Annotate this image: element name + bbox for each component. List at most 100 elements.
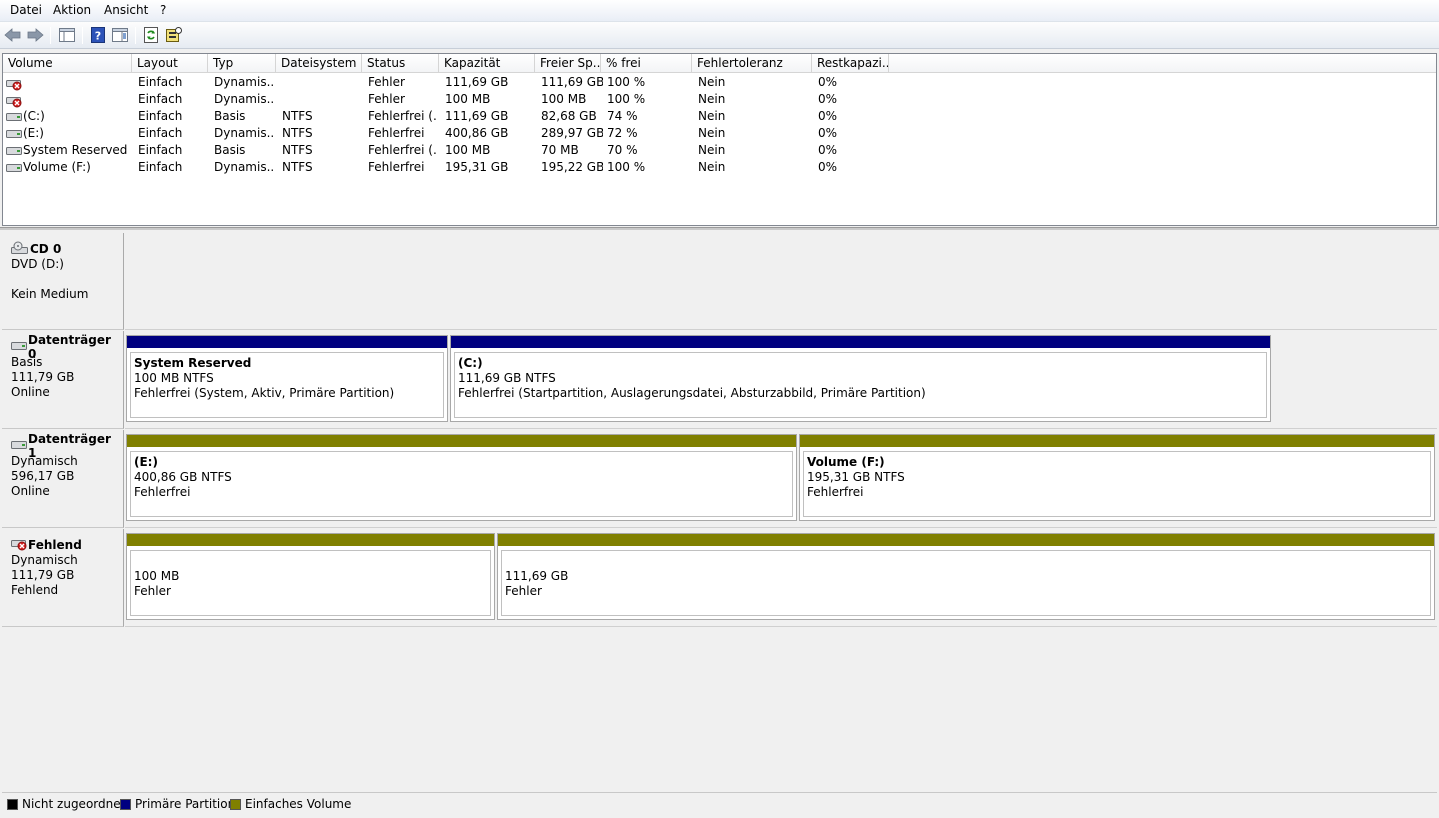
back-icon[interactable]	[4, 26, 22, 44]
partition-status: Fehler	[505, 584, 542, 598]
table-row[interactable]: Einfach Dynamis... Fehler 111,69 GB 111,69 G…	[3, 74, 1436, 91]
cell-status: Fehlerfrei	[368, 160, 425, 174]
disk-info-line: Fehlend	[11, 583, 59, 597]
cell-volume	[23, 74, 131, 91]
partition-block[interactable]: 100 MB Fehler	[126, 533, 495, 620]
legend-primary-partition: Primäre Partition	[120, 797, 235, 811]
disk-info-line: 111,79 GB	[11, 568, 75, 582]
cell-kap: 100 MB	[445, 143, 491, 157]
disk-title-text: CD 0	[30, 242, 62, 256]
disk-partitions-3: 100 MB Fehler 111,69 GB Fehler	[125, 529, 1437, 627]
column-kapazitaet[interactable]: Kapazität	[439, 54, 535, 72]
legend-swatch-primary	[120, 798, 131, 810]
forward-icon[interactable]	[26, 26, 44, 44]
partition-status: Fehlerfrei	[807, 485, 864, 499]
menu-datei[interactable]: Datei	[10, 3, 42, 17]
cell-typ: Dynamis...	[214, 160, 274, 174]
cell-layout: Einfach	[138, 92, 183, 106]
legend-swatch-unallocated	[7, 798, 18, 810]
legend-simple-volume: Einfaches Volume	[230, 797, 351, 811]
cell-ft: Nein	[698, 143, 726, 157]
cell-typ: Basis	[214, 143, 246, 157]
disk-label-0[interactable]: CD 0 DVD (D:) Kein Medium	[2, 233, 124, 330]
table-row[interactable]: (E:) Einfach Dynamis... NTFS Fehlerfrei 400,8…	[3, 125, 1436, 142]
column-freier-speicher[interactable]: Freier Sp...	[535, 54, 601, 72]
column-fehlertoleranz[interactable]: Fehlertoleranz	[692, 54, 812, 72]
cell-layout: Einfach	[138, 160, 183, 174]
table-row[interactable]: (C:) Einfach Basis NTFS Fehlerfrei (... 111,6…	[3, 108, 1436, 125]
partition-info: (C:) 111,69 GB NTFS Fehlerfrei (Startparti…	[454, 352, 1267, 418]
toolbar: ?	[0, 22, 1439, 49]
disk-title: CD 0	[11, 241, 123, 257]
cell-volume: (C:)	[23, 109, 45, 123]
disk-label-3[interactable]: Fehlend Dynamisch 111,79 GB Fehlend	[2, 529, 124, 627]
partition-name: (E:)	[134, 455, 158, 469]
table-row[interactable]: System Reserved Einfach Basis NTFS Fehlerfre…	[3, 142, 1436, 159]
disk-partitions-2: (E:) 400,86 GB NTFS Fehlerfrei Volume (F:) 1…	[125, 430, 1437, 528]
volume-list: Volume Layout Typ Dateisystem Status Kap…	[2, 53, 1437, 226]
partition-info: (E:) 400,86 GB NTFS Fehlerfrei	[130, 451, 793, 517]
column-typ[interactable]: Typ	[208, 54, 276, 72]
cell-ft: Nein	[698, 75, 726, 89]
partition-type-bar	[451, 336, 1270, 348]
partition-type-bar	[800, 435, 1434, 447]
column-prozent-frei[interactable]: % frei	[601, 54, 692, 72]
column-layout[interactable]: Layout	[132, 54, 208, 72]
refresh-icon[interactable]	[142, 26, 160, 44]
rescan-disks-icon[interactable]	[165, 26, 183, 44]
partition-block[interactable]: (C:) 111,69 GB NTFS Fehlerfrei (Startparti…	[450, 335, 1271, 422]
cell-rest: 0%	[818, 75, 838, 89]
cell-status: Fehlerfrei (...	[368, 109, 438, 123]
column-dateisystem[interactable]: Dateisystem	[276, 54, 362, 72]
menu-bar: Datei Aktion Ansicht ?	[0, 0, 1439, 22]
legend-swatch-simple	[230, 798, 241, 810]
disk-missing-icon	[11, 537, 27, 554]
partition-size: 111,69 GB NTFS	[458, 371, 556, 385]
menu-aktion[interactable]: Aktion	[53, 3, 91, 17]
cell-kap: 111,69 GB	[445, 75, 509, 89]
disk-label-1[interactable]: Datenträger 0 Basis 111,79 GB Online	[2, 331, 124, 429]
disk-label-2[interactable]: Datenträger 1 Dynamisch 596,17 GB Online	[2, 430, 124, 528]
cell-typ: Dynamis...	[214, 126, 274, 140]
disk-partitions-1: System Reserved 100 MB NTFS Fehlerfrei (Sy…	[125, 331, 1437, 429]
cell-status: Fehlerfrei (...	[368, 143, 438, 157]
partition-status: Fehlerfrei (System, Aktiv, Primäre Parti…	[134, 386, 395, 400]
cell-fs: NTFS	[282, 160, 313, 174]
partition-block[interactable]: 111,69 GB Fehler	[497, 533, 1435, 620]
console-tree-icon[interactable]	[58, 26, 76, 44]
volume-list-header: Volume Layout Typ Dateisystem Status Kap…	[3, 54, 1436, 73]
cell-pfrei: 100 %	[607, 75, 646, 89]
legend-label: Primäre Partition	[135, 797, 236, 811]
cell-status: Fehlerfrei	[368, 126, 425, 140]
help-icon[interactable]: ?	[89, 26, 107, 44]
menu-help[interactable]: ?	[160, 3, 166, 17]
disk-title: Fehlend	[11, 537, 123, 553]
partition-block[interactable]: Volume (F:) 195,31 GB NTFS Fehlerfrei	[799, 434, 1435, 521]
cell-rest: 0%	[818, 160, 838, 174]
pane-splitter[interactable]	[0, 227, 1439, 230]
menu-ansicht[interactable]: Ansicht	[104, 3, 148, 17]
disk-info-line: 596,17 GB	[11, 469, 75, 483]
disk-title-text: Fehlend	[28, 538, 82, 552]
toolbar-separator	[82, 27, 83, 44]
disk-info-line: DVD (D:)	[11, 257, 64, 271]
cell-volume: (E:)	[23, 126, 44, 140]
cell-ft: Nein	[698, 109, 726, 123]
partition-status: Fehlerfrei (Startpartition, Auslagerungs…	[458, 386, 926, 400]
properties-pane-icon[interactable]	[111, 26, 129, 44]
cell-volume: Volume (F:)	[23, 160, 91, 174]
partition-block[interactable]: (E:) 400,86 GB NTFS Fehlerfrei	[126, 434, 797, 521]
volume-error-icon	[6, 94, 22, 108]
partition-size: 400,86 GB NTFS	[134, 470, 232, 484]
column-volume[interactable]: Volume	[3, 54, 132, 72]
volume-icon	[6, 128, 22, 140]
partition-block[interactable]: System Reserved 100 MB NTFS Fehlerfrei (Sy…	[126, 335, 448, 422]
cell-fs: NTFS	[282, 109, 313, 123]
cell-ft: Nein	[698, 92, 726, 106]
column-status[interactable]: Status	[362, 54, 439, 72]
column-restkapazitaet[interactable]: Restkapazi...	[812, 54, 889, 72]
partition-info: System Reserved 100 MB NTFS Fehlerfrei (Sy…	[130, 352, 444, 418]
table-row[interactable]: Einfach Dynamis... Fehler 100 MB 100 MB 100 %…	[3, 91, 1436, 108]
partition-size: 100 MB	[134, 569, 180, 583]
table-row[interactable]: Volume (F:) Einfach Dynamis... NTFS Fehlerfr…	[3, 159, 1436, 176]
